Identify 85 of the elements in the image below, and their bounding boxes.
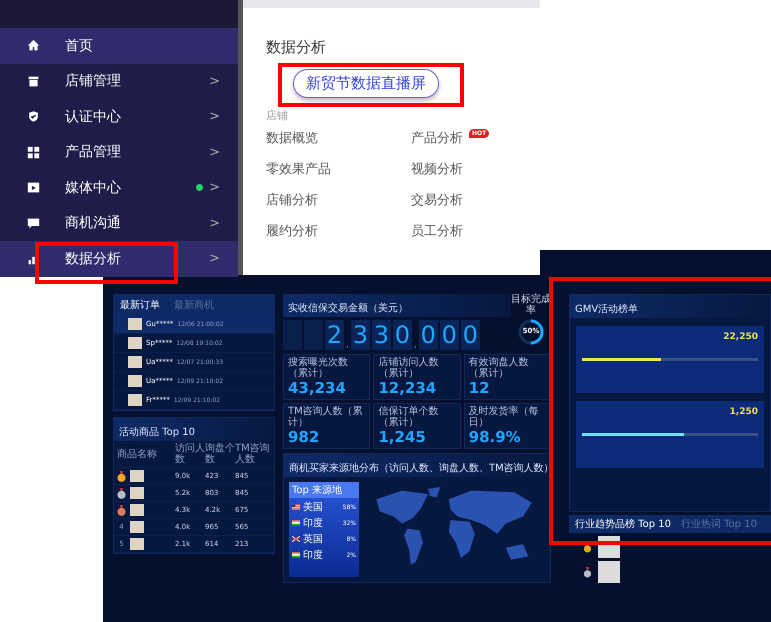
chevron-text: > [209, 144, 220, 160]
stat-label: 及时发货率（每日） [468, 406, 540, 428]
sidebar-item[interactable]: 产品管理 > [0, 134, 238, 170]
flag-icon [292, 520, 300, 526]
digit-tile: 0 [440, 320, 459, 350]
column-header: 访问人数 [175, 443, 205, 465]
product-thumbnail [128, 337, 142, 349]
panel-title: 活动商品 Top 10 [119, 427, 195, 438]
menu-link[interactable]: 产品分析 [411, 129, 463, 147]
flag-icon [292, 552, 300, 558]
panel-title: 商机买家来源地分布（访问人数、询盘人数、TM咨询人数） [289, 463, 554, 474]
home-icon [27, 39, 40, 52]
stat-label: TM咨询人数（累计） [288, 406, 364, 428]
chat-icon [27, 216, 40, 230]
product-thumbnail [128, 356, 142, 368]
digit-tile: 2 [325, 320, 344, 350]
country-name: 英国 [303, 532, 324, 546]
sidebar-item[interactable]: 数据分析 > [0, 241, 238, 276]
product-thumbnail [128, 375, 142, 387]
panel-title: 实收信保交易金额（美元） [288, 303, 408, 314]
sidebar-item[interactable]: 媒体中心 > [0, 170, 238, 206]
sidebar-item[interactable]: 店铺管理 > [0, 64, 238, 99]
sidebar-item[interactable]: 认证中心 > [0, 99, 238, 134]
chevron-text: > [209, 74, 220, 89]
store-icon [27, 74, 40, 88]
video-icon [27, 181, 40, 194]
panel-title: GMV活动榜单 [575, 304, 638, 315]
menu-link[interactable]: 员工分析 [411, 222, 463, 240]
sidebar-item[interactable]: 首页 [0, 28, 238, 64]
digit-separator: , [346, 340, 349, 350]
product-thumbnail [128, 394, 142, 406]
digit-tile: 3 [350, 320, 370, 350]
product-thumbnail [130, 521, 144, 533]
stat-label: 搜索曝光次数（累计） [288, 357, 349, 379]
ranking-value: 22,250 [723, 332, 758, 342]
stat-value: 12 [468, 379, 491, 397]
product-thumbnail [130, 487, 144, 499]
menu-link[interactable]: 视频分析 [411, 160, 463, 178]
chevron-text: > [209, 251, 220, 266]
stat-value: 98.9% [468, 428, 522, 446]
ranking-value: 1,250 [730, 407, 758, 417]
flag-icon [292, 504, 300, 510]
digit-tile: 0 [418, 320, 438, 350]
column-header: 商品名称 [117, 448, 158, 460]
product-thumbnail [130, 538, 144, 550]
chevron-text: > [209, 109, 220, 124]
stat-value: 982 [288, 428, 320, 446]
digit-tile [304, 320, 323, 350]
stat-value: 43,234 [288, 379, 347, 397]
country-name: 印度 [303, 548, 324, 562]
chevron-text: > [209, 216, 220, 231]
sidebar-item[interactable]: 商机沟通 > [0, 206, 238, 241]
flag-icon [292, 536, 300, 542]
product-thumbnail [128, 318, 142, 330]
digit-tile: 3 [372, 320, 391, 350]
list-title: Top 来源地 [289, 482, 359, 498]
menu-link[interactable]: 数据概览 [266, 129, 318, 147]
stat-value: 12,234 [378, 379, 438, 397]
grid-icon [27, 146, 40, 159]
stat-label: 信保订单个数（累计） [378, 406, 440, 428]
menu-link[interactable]: 零效果产品 [266, 160, 331, 178]
menu-link[interactable]: 店铺分析 [266, 191, 318, 209]
stat-label: 有效询盘人数（累计） [468, 357, 530, 379]
country-name: 印度 [303, 516, 324, 530]
panel-tab[interactable]: 行业趋势品榜 Top 10 [575, 517, 671, 531]
digit-tile [283, 320, 302, 350]
panel-tab[interactable]: 最新订单 [120, 298, 160, 312]
stat-label: 店铺访问人数（累计） [378, 357, 440, 379]
column-header: TM咨询人数 [235, 443, 271, 465]
digit-tile: 0 [392, 320, 412, 350]
photo-placeholder [598, 561, 620, 583]
live-screen-button[interactable]: 新贸节数据直播屏 [293, 69, 439, 98]
menu-link[interactable]: 交易分析 [411, 191, 463, 209]
product-thumbnail [130, 504, 144, 516]
digit-tile: 0 [460, 320, 480, 350]
country-name: 美国 [303, 500, 324, 514]
digit-separator: , [414, 340, 417, 350]
stat-value: 1,245 [378, 428, 427, 446]
column-header: 询盘个数 [205, 443, 235, 465]
chevron-text: > [209, 180, 220, 196]
shield-icon [27, 110, 40, 124]
section-label: 店铺 [266, 108, 288, 123]
panel-title: 数据分析 [266, 38, 326, 57]
product-thumbnail [130, 470, 144, 482]
menu-link[interactable]: 履约分析 [266, 222, 318, 240]
